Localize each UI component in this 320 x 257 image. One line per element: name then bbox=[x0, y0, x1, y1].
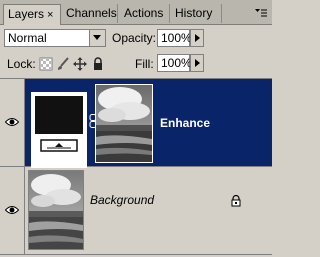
stepper-arrow-icon bbox=[195, 59, 200, 67]
visibility-column bbox=[0, 79, 25, 166]
opacity-label: Opacity: bbox=[112, 31, 157, 45]
tab-label: History bbox=[175, 6, 213, 20]
panel-menu-icon[interactable] bbox=[254, 7, 268, 19]
lock-icon bbox=[230, 194, 242, 207]
layer-row-background[interactable]: Background bbox=[0, 167, 272, 255]
adjustment-mask-thumbnail[interactable] bbox=[31, 92, 87, 168]
fill-label: Fill: bbox=[135, 57, 154, 71]
layers-list: Enhance Background bbox=[0, 78, 272, 257]
opacity-stepper[interactable] bbox=[190, 29, 204, 47]
fill-stepper[interactable] bbox=[190, 54, 204, 72]
dropdown-arrow-icon[interactable] bbox=[89, 30, 105, 46]
layer-name[interactable]: Background bbox=[90, 193, 154, 207]
tab-bar: Layers × Channels Actions History bbox=[0, 0, 272, 25]
blend-mode-value: Normal bbox=[8, 31, 47, 45]
blend-opacity-row: Normal Opacity: 100% bbox=[0, 28, 272, 50]
lock-brush-icon[interactable] bbox=[56, 57, 70, 71]
blend-mode-select[interactable]: Normal bbox=[4, 29, 106, 47]
lock-move-icon[interactable] bbox=[73, 57, 87, 71]
eye-icon[interactable] bbox=[4, 204, 20, 214]
tab-actions[interactable]: Actions bbox=[120, 4, 170, 23]
tab-label: Layers bbox=[8, 7, 45, 21]
layer-name[interactable]: Enhance bbox=[160, 116, 210, 130]
layer-image-thumbnail[interactable] bbox=[28, 170, 84, 250]
lock-all-icon[interactable] bbox=[91, 57, 105, 71]
tab-history[interactable]: History bbox=[171, 4, 222, 23]
layer-row-enhance[interactable]: Enhance bbox=[0, 79, 272, 168]
close-icon[interactable]: × bbox=[47, 9, 53, 21]
eye-icon[interactable] bbox=[4, 116, 20, 126]
tab-layers[interactable]: Layers × bbox=[3, 4, 61, 25]
stepper-arrow-icon bbox=[195, 34, 200, 42]
visibility-column bbox=[0, 167, 25, 254]
layer-image-thumbnail[interactable] bbox=[95, 84, 153, 163]
lock-label: Lock: bbox=[7, 57, 36, 71]
lock-transparency-icon[interactable] bbox=[39, 57, 53, 71]
layers-palette: Layers× Channels Actions History Normal bbox=[0, 0, 272, 257]
opacity-input[interactable]: 100% bbox=[157, 29, 192, 47]
tab-label: Actions bbox=[124, 6, 164, 20]
tab-channels[interactable]: Channels bbox=[62, 4, 118, 23]
tab-label: Channels bbox=[66, 6, 117, 20]
fill-input[interactable]: 100% bbox=[157, 54, 192, 72]
